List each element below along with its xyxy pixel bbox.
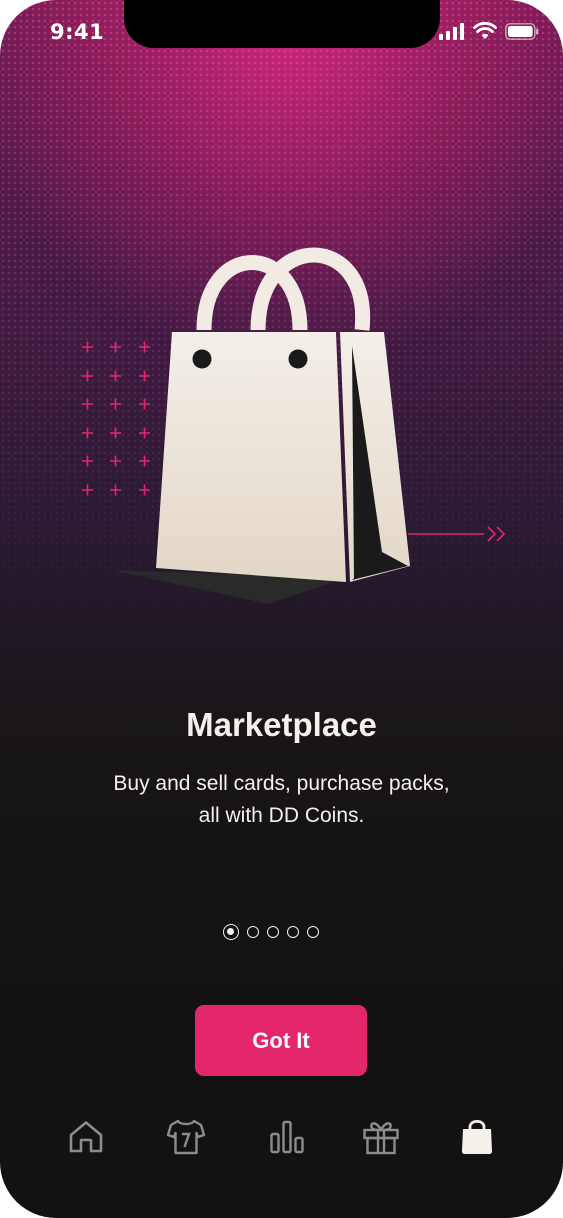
tab-stats[interactable] (262, 1112, 312, 1162)
page-dot-2[interactable] (247, 926, 259, 938)
tab-teams[interactable] (161, 1112, 211, 1162)
battery-icon (505, 22, 539, 40)
shopping-bag-icon (462, 1119, 492, 1154)
onboarding-description: Buy and sell cards, purchase packs, all … (113, 772, 450, 827)
bag-front-panel (156, 332, 346, 582)
page-dot-3[interactable] (267, 926, 279, 938)
home-icon (69, 1121, 103, 1153)
page-indicator (223, 924, 319, 940)
marketplace-illustration (81, 247, 506, 604)
gift-icon (363, 1122, 399, 1155)
bar-chart-icon (270, 1120, 304, 1154)
tab-marketplace[interactable] (452, 1112, 502, 1162)
phone-screen: 9:41 Marketplace Buy and sell cards, pur… (0, 0, 563, 1218)
tab-bar (0, 1112, 563, 1168)
tab-rewards[interactable] (356, 1112, 406, 1162)
got-it-button[interactable]: Got It (195, 1005, 367, 1076)
cellular-signal-icon (439, 22, 464, 40)
arrow-icon (408, 526, 506, 542)
onboarding-title: Marketplace (186, 706, 377, 743)
wifi-icon (473, 22, 497, 39)
status-icons (439, 22, 539, 40)
page-dot-5[interactable] (307, 926, 319, 938)
status-time: 9:41 (50, 20, 105, 44)
bag-hole-left (192, 349, 212, 369)
device-notch (124, 0, 440, 48)
bag-hole-right (288, 349, 308, 369)
page-dot-1[interactable] (223, 924, 239, 940)
plus-pattern (81, 341, 151, 497)
tab-home[interactable] (61, 1112, 111, 1162)
jersey-icon (166, 1119, 206, 1155)
page-dot-4[interactable] (287, 926, 299, 938)
